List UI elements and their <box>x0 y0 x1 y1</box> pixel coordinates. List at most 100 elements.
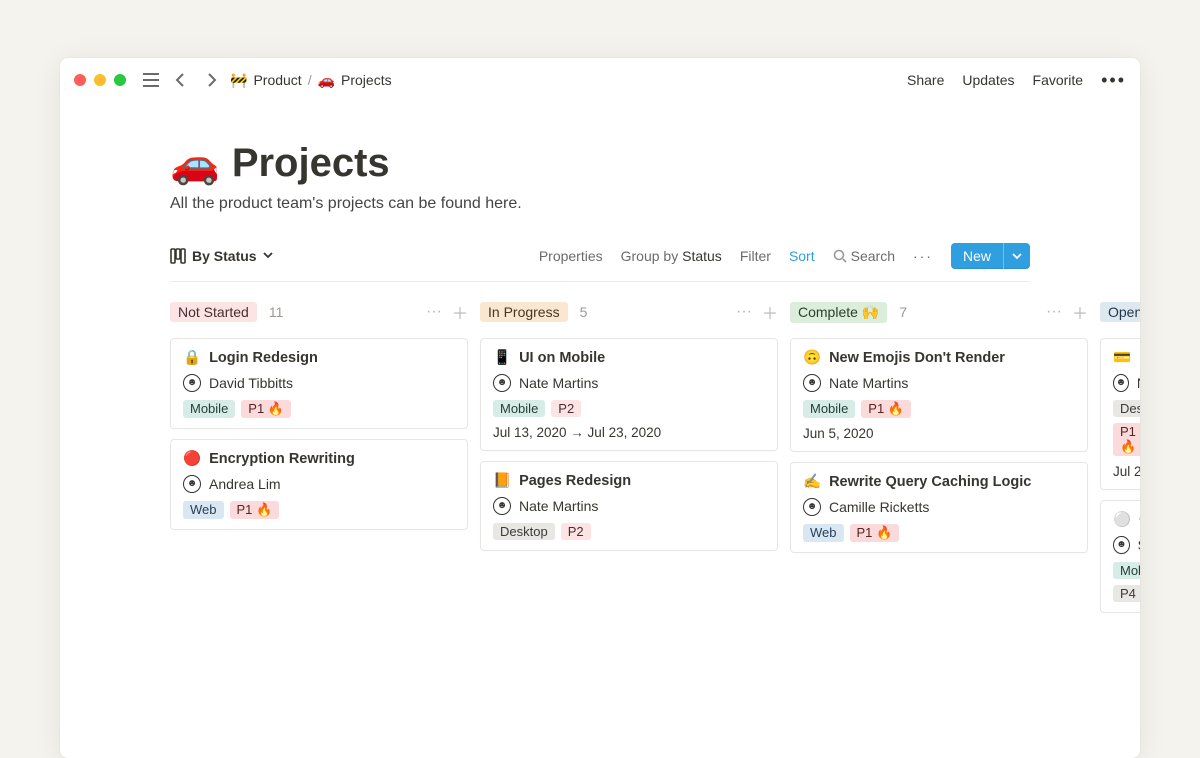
chip: Mobile <box>183 400 235 418</box>
column-actions: ··· ＋ <box>1046 300 1088 324</box>
board-scroll[interactable]: Not Started11···＋🔒Login Redesign☻David T… <box>60 282 1140 623</box>
share-button[interactable]: Share <box>907 72 944 88</box>
breadcrumb-current-icon[interactable]: 🚗 <box>318 72 335 89</box>
column-status-tag[interactable]: Open <box>1100 302 1140 322</box>
nav-forward-icon[interactable] <box>200 69 222 91</box>
board-column: Open···＋💳P☻NDesP1 🔥Jul 2⚪C☻SMobP4 <box>1100 296 1140 623</box>
properties-button[interactable]: Properties <box>539 248 603 264</box>
avatar: ☻ <box>183 475 201 493</box>
column-header: Open···＋ <box>1100 296 1140 328</box>
nav-back-icon[interactable] <box>170 69 192 91</box>
avatar: ☻ <box>493 497 511 515</box>
column-header: Not Started11···＋ <box>170 296 468 328</box>
assignee-name: Nate Martins <box>519 375 598 391</box>
breadcrumb: 🚧 Product / 🚗 Projects <box>230 72 392 89</box>
card-date: Jun 5, 2020 <box>803 426 1075 441</box>
page-subtitle: All the product team's projects can be f… <box>170 195 1030 213</box>
view-label: By Status <box>192 248 257 264</box>
assignee-name: Andrea Lim <box>209 476 281 492</box>
card-title: 🙃New Emojis Don't Render <box>803 349 1075 366</box>
board-view-icon <box>170 248 186 264</box>
column-add-icon[interactable]: ＋ <box>762 300 778 324</box>
assignee-name: Camille Ricketts <box>829 499 929 515</box>
column-status-tag[interactable]: In Progress <box>480 302 568 322</box>
column-add-icon[interactable]: ＋ <box>452 300 468 324</box>
hamburger-menu-icon[interactable] <box>140 69 162 91</box>
card-title: 🔒 Login Redesign <box>183 349 455 366</box>
card-icon: 🔴 <box>183 450 201 467</box>
breadcrumb-current[interactable]: Projects <box>341 72 392 88</box>
assignee-name: Nate Martins <box>519 498 598 514</box>
board: Not Started11···＋🔒Login Redesign☻David T… <box>170 296 1140 623</box>
column-add-icon[interactable]: ＋ <box>1072 300 1088 324</box>
chip: P2 <box>551 400 581 417</box>
board-card[interactable]: 🔴Encryption Rewriting☻Andrea LimWebP1 🔥 <box>170 439 468 530</box>
favorite-button[interactable]: Favorite <box>1033 72 1084 88</box>
column-more-icon[interactable]: ··· <box>426 303 442 321</box>
assignee-name: S <box>1138 537 1140 553</box>
card-assignee: ☻Camille Ricketts <box>803 498 1075 516</box>
filter-button[interactable]: Filter <box>740 248 771 264</box>
column-more-icon[interactable]: ··· <box>736 303 752 321</box>
group-by-button[interactable]: Group by Status <box>621 248 722 264</box>
avatar: ☻ <box>1113 536 1130 554</box>
column-more-icon[interactable]: ··· <box>1046 303 1062 321</box>
maximize-window-icon[interactable] <box>114 74 126 86</box>
new-button[interactable]: New <box>951 243 1030 269</box>
minimize-window-icon[interactable] <box>94 74 106 86</box>
search-button[interactable]: Search <box>833 248 895 264</box>
database-toolbar: By Status Properties Group by Status Fil… <box>60 243 1140 281</box>
close-window-icon[interactable] <box>74 74 86 86</box>
chip: P1 🔥 <box>850 524 900 542</box>
chip: Web <box>183 501 224 519</box>
page-content: 🚗 Projects All the product team's projec… <box>60 102 1140 623</box>
chip: P2 <box>561 523 591 540</box>
chevron-down-icon <box>1012 253 1022 261</box>
card-title-text: Login Redesign <box>209 350 318 366</box>
card-title-text: C <box>1139 512 1140 528</box>
card-assignee: ☻ Nate Martins <box>493 497 765 515</box>
column-status-tag[interactable]: Complete 🙌 <box>790 302 887 323</box>
board-card[interactable]: ✍️Rewrite Query Caching Logic☻Camille Ri… <box>790 462 1088 553</box>
new-button-dropdown[interactable] <box>1003 243 1030 269</box>
chip: Web <box>803 524 844 542</box>
breadcrumb-separator: / <box>308 72 312 88</box>
breadcrumb-parent-icon[interactable]: 🚧 <box>230 72 247 89</box>
card-icon: 💳 <box>1113 349 1131 366</box>
card-title-text: Encryption Rewriting <box>209 451 355 467</box>
card-chips: Web P1 🔥 <box>803 524 1075 542</box>
board-card[interactable]: 🔒 Login Redesign ☻David Tibbitts Mobile P1 🔥 <box>170 338 468 429</box>
assignee-name: Nate Martins <box>829 375 908 391</box>
board-card[interactable]: 💳P☻NDesP1 🔥Jul 2 <box>1100 338 1140 490</box>
app-window: 🚧 Product / 🚗 Projects Share Updates Fav… <box>60 58 1140 758</box>
board-card[interactable]: 🙃New Emojis Don't Render☻Nate MartinsMob… <box>790 338 1088 452</box>
avatar: ☻ <box>1113 374 1129 392</box>
card-icon: ✍️ <box>803 473 821 490</box>
card-title: 💳P <box>1113 349 1140 366</box>
card-icon: 📱 <box>493 349 511 366</box>
updates-button[interactable]: Updates <box>962 72 1014 88</box>
breadcrumb-parent[interactable]: Product <box>253 72 301 88</box>
board-card[interactable]: 📱UI on Mobile☻Nate MartinsMobileP2Jul 13… <box>480 338 778 451</box>
view-selector[interactable]: By Status <box>170 248 273 264</box>
chip: P4 <box>1113 585 1140 602</box>
column-status-tag[interactable]: Not Started <box>170 302 257 322</box>
chip: P1 🔥 <box>241 400 291 418</box>
chip: Desktop <box>493 523 555 540</box>
page-title-text[interactable]: Projects <box>232 141 390 186</box>
more-menu-icon[interactable]: ••• <box>1101 70 1126 91</box>
column-actions: ··· ＋ <box>426 300 468 324</box>
chevron-down-icon <box>263 252 273 260</box>
card-title-text: P <box>1139 350 1140 366</box>
toolbar-more-icon[interactable]: ··· <box>913 248 933 264</box>
board-card[interactable]: 📙Pages Redesign☻Nate MartinsDesktopP2 <box>480 461 778 551</box>
column-actions: ··· ＋ <box>736 300 778 324</box>
board-card[interactable]: ⚪C☻SMobP4 <box>1100 500 1140 613</box>
chip: Des <box>1113 400 1140 417</box>
card-icon: 🔒 <box>183 349 201 366</box>
sort-button[interactable]: Sort <box>789 248 815 264</box>
page-icon[interactable]: 🚗 <box>170 140 220 187</box>
card-assignee: ☻David Tibbitts <box>183 374 455 392</box>
card-chips: MobP4 <box>1113 562 1140 602</box>
assignee-name: David Tibbitts <box>209 375 293 391</box>
